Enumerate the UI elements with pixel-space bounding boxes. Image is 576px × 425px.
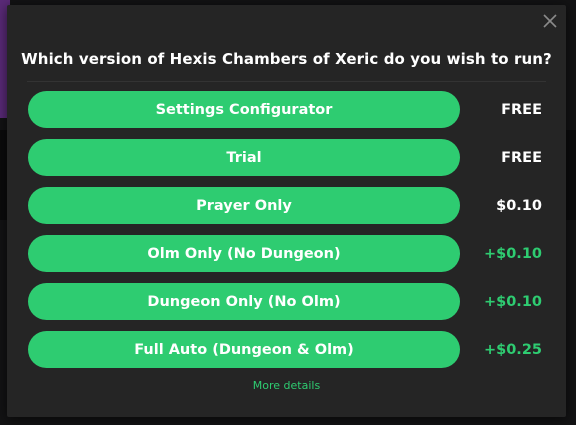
- option-price: $0.10: [496, 197, 542, 214]
- close-icon[interactable]: [542, 13, 558, 29]
- option-price: +$0.25: [483, 341, 542, 358]
- option-trial-button[interactable]: Trial: [28, 139, 460, 176]
- option-price: +$0.10: [483, 245, 542, 262]
- dialog-title: Which version of Hexis Chambers of Xeric…: [21, 50, 552, 68]
- option-price: FREE: [501, 101, 542, 118]
- option-olm-only-button[interactable]: Olm Only (No Dungeon): [28, 235, 460, 272]
- more-details-link[interactable]: More details: [7, 379, 566, 392]
- option-dungeon-only-button[interactable]: Dungeon Only (No Olm): [28, 283, 460, 320]
- option-price: +$0.10: [483, 293, 542, 310]
- option-full-auto-button[interactable]: Full Auto (Dungeon & Olm): [28, 331, 460, 368]
- option-prayer-only-button[interactable]: Prayer Only: [28, 187, 460, 224]
- version-select-dialog: Which version of Hexis Chambers of Xeric…: [7, 5, 566, 417]
- option-settings-configurator-button[interactable]: Settings Configurator: [28, 91, 460, 128]
- option-price: FREE: [501, 149, 542, 166]
- title-divider: [27, 81, 546, 82]
